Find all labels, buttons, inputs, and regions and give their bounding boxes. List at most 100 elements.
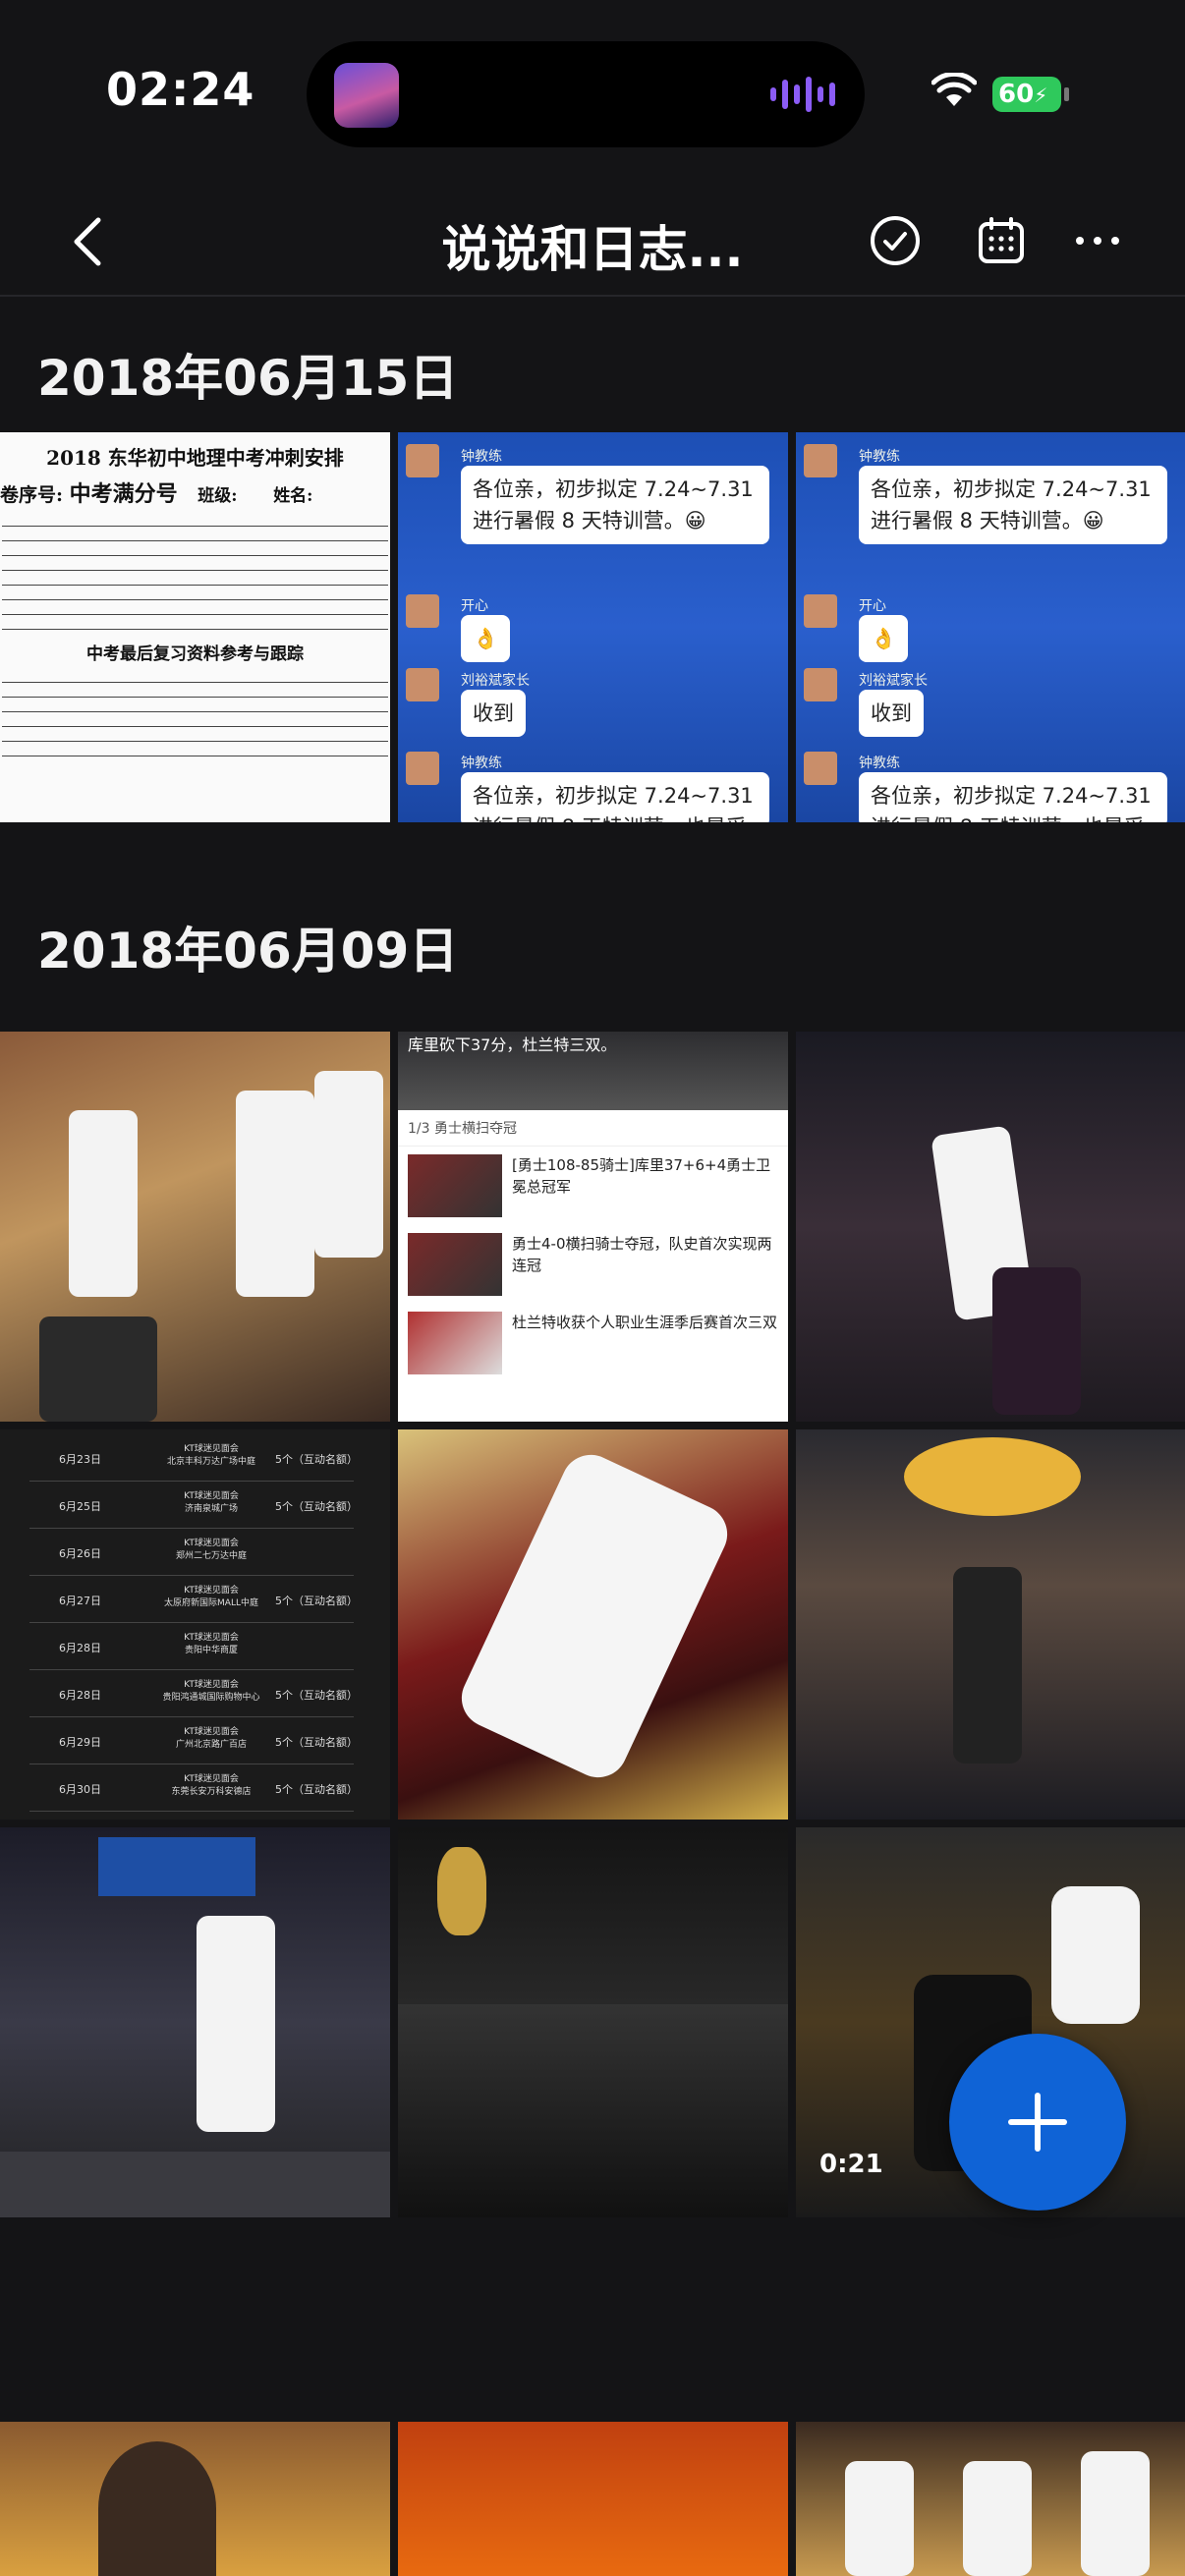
chat-sender: 钟教练 [461, 756, 502, 771]
schedule-place: KT球迷见面会 广州北京路广百店 [175, 1727, 247, 1750]
battery-indicator: 60⚡ [992, 77, 1069, 112]
schedule-note: 5个（互动名额） [275, 1689, 358, 1702]
schedule-row: 6月25日 KT球迷见面会 济南泉城广场 5个（互动名额） [29, 1484, 358, 1529]
avatar [406, 444, 439, 477]
status-bar: 02:24 60⚡ [0, 0, 1185, 196]
chat-sender: 刘裕斌家长 [461, 673, 530, 689]
schedule-place: KT球迷见面会 北京丰科万达广场中庭 [166, 1444, 255, 1467]
schedule-note: 5个（互动名额） [275, 1736, 358, 1749]
calendar-icon [979, 217, 1024, 263]
doc-label: 卷序号: [0, 484, 64, 506]
nav-divider [0, 295, 1185, 297]
clock: 02:24 [106, 63, 255, 116]
charging-bolt-icon: ⚡ [1034, 84, 1048, 107]
schedule-note: 5个（互动名额） [275, 1500, 358, 1513]
photo-thumbnail-schedule[interactable]: 6月23日 KT球迷见面会 北京丰科万达广场中庭 5个（互动名额） 6月25日 … [0, 1429, 390, 1820]
news-item-text: [勇士108-85骑士]库里37+6+4勇士卫冕总冠军 [512, 1156, 771, 1196]
schedule-date: 6月30日 [59, 1783, 101, 1796]
chat-message: 👌 [461, 615, 511, 662]
doc-title: 2018 东华初中地理中考冲刺安排 [46, 446, 344, 470]
schedule-row: 6月28日 KT球迷见面会 贵阳鸿通城国际购物中心 5个（互动名额） [29, 1673, 358, 1717]
chat-message: 👌 [859, 615, 909, 662]
avatar [804, 594, 837, 628]
chat-message: 各位亲，初步拟定 7.24~7.31 进行暑假 8 天特训营。😀 [461, 466, 769, 544]
photo-thumbnail[interactable] [796, 1032, 1185, 1422]
section-date: 2018年06月09日 [37, 923, 459, 980]
add-button[interactable] [949, 2034, 1126, 2211]
avatar [406, 752, 439, 785]
news-caption: 库里砍下37分，杜兰特三双。 [398, 1032, 788, 1110]
audio-waveform-icon [770, 75, 835, 114]
schedule-row: 6月26日 KT球迷见面会 郑州二七万达中庭 [29, 1532, 354, 1576]
news-item-text: 勇士4-0横扫骑士夺冠，队史首次实现两连冠 [512, 1235, 772, 1274]
schedule-place: KT球迷见面会 郑州二七万达中庭 [175, 1539, 247, 1561]
schedule-note: 5个（互动名额） [275, 1595, 358, 1607]
avatar [804, 444, 837, 477]
chat-sender: 钟教练 [461, 449, 502, 465]
now-playing-artwork [334, 63, 399, 128]
schedule-place: KT球迷见面会 贵阳中华商厦 [184, 1633, 239, 1655]
chat-sender: 开心 [461, 598, 488, 614]
photo-thumbnail[interactable] [796, 1429, 1185, 1820]
video-duration: 0:21 [819, 2150, 883, 2179]
schedule-date: 6月28日 [59, 1642, 101, 1654]
schedule-row: 6月27日 KT球迷见面会 太原府新国际MALL中庭 5个（互动名额） [29, 1579, 358, 1623]
section-date: 2018年06月15日 [37, 350, 459, 407]
chat-message: 收到 [859, 690, 924, 737]
photo-thumbnail[interactable] [398, 1827, 788, 2217]
navigation-bar: 说说和日志... [0, 187, 1185, 295]
schedule-row: 6月28日 KT球迷见面会 贵阳中华商厦 [29, 1626, 354, 1670]
doc-value: 中考满分号 [69, 481, 178, 507]
schedule-row: 6月29日 KT球迷见面会 广州北京路广百店 5个（互动名额） [29, 1720, 358, 1764]
schedule-date: 6月28日 [59, 1689, 101, 1702]
news-item: 杜兰特收获个人职业生涯季后赛首次三双 [398, 1304, 788, 1382]
avatar [406, 594, 439, 628]
photo-thumbnail-chat[interactable]: 钟教练 各位亲，初步拟定 7.24~7.31 进行暑假 8 天特训营。😀 开心 … [398, 432, 788, 822]
schedule-date: 6月25日 [59, 1500, 101, 1513]
photo-thumbnail[interactable] [398, 2422, 788, 2576]
photo-thumbnail[interactable] [0, 1032, 390, 1422]
photo-thumbnail-news[interactable]: 库里砍下37分，杜兰特三双。 1/3 勇士横扫夺冠 [勇士108-85骑士]库里… [398, 1032, 788, 1422]
news-header: 1/3 勇士横扫夺冠 [398, 1110, 788, 1147]
photo-thumbnail[interactable] [0, 2422, 390, 2576]
more-button[interactable] [1063, 206, 1132, 275]
doc-table-2 [0, 668, 390, 756]
plus-icon [1008, 2093, 1067, 2152]
schedule-place: KT球迷见面会 东莞长安万科安德店 [171, 1774, 252, 1797]
select-button[interactable] [861, 206, 930, 275]
schedule-date: 6月26日 [59, 1547, 101, 1560]
avatar [804, 752, 837, 785]
page-title: 说说和日志... [441, 221, 744, 278]
doc-name-label: 姓名: [273, 486, 313, 506]
battery-percent: 60 [998, 80, 1035, 109]
doc-class-label: 班级: [198, 486, 238, 506]
photo-thumbnail-chat[interactable]: 钟教练 各位亲，初步拟定 7.24~7.31 进行暑假 8 天特训营。😀 开心 … [796, 432, 1185, 822]
news-item: [勇士108-85骑士]库里37+6+4勇士卫冕总冠军 [398, 1147, 788, 1225]
more-dots-icon [1076, 237, 1119, 245]
chat-message: 各位亲，初步拟定 7.24~7.31 进行暑假 8 天特训营。😀 [859, 466, 1167, 544]
photo-thumbnail[interactable] [398, 1429, 788, 1820]
chat-sender: 刘裕斌家长 [859, 673, 928, 689]
wifi-icon [931, 73, 977, 106]
schedule-date: 6月27日 [59, 1595, 101, 1607]
chat-sender: 钟教练 [859, 449, 900, 465]
check-circle-icon [871, 216, 920, 265]
schedule-place: KT球迷见面会 太原府新国际MALL中庭 [164, 1586, 258, 1608]
chevron-left-icon [74, 217, 101, 266]
schedule-row: 6月30日 KT球迷见面会 东莞长安万科安德店 5个（互动名额） [29, 1767, 358, 1812]
doc-meta-row: 卷序号: 中考满分号 班级: 姓名: [0, 476, 390, 508]
photo-thumbnail-document[interactable]: 2018 东华初中地理中考冲刺安排 卷序号: 中考满分号 班级: 姓名: 中考最… [0, 432, 390, 822]
photo-thumbnail[interactable] [0, 1827, 390, 2217]
chat-sender: 开心 [859, 598, 886, 614]
chat-sender: 钟教练 [859, 756, 900, 771]
avatar [804, 668, 837, 701]
photo-thumbnail[interactable] [796, 2422, 1185, 2576]
back-button[interactable] [59, 206, 118, 275]
calendar-button[interactable] [967, 206, 1036, 275]
schedule-date: 6月23日 [59, 1453, 101, 1466]
news-item: 勇士4-0横扫骑士夺冠，队史首次实现两连冠 [398, 1225, 788, 1304]
dynamic-island[interactable] [307, 41, 865, 147]
schedule-note: 5个（互动名额） [275, 1783, 358, 1796]
chat-message: 收到 [461, 690, 526, 737]
schedule-date: 6月29日 [59, 1736, 101, 1749]
